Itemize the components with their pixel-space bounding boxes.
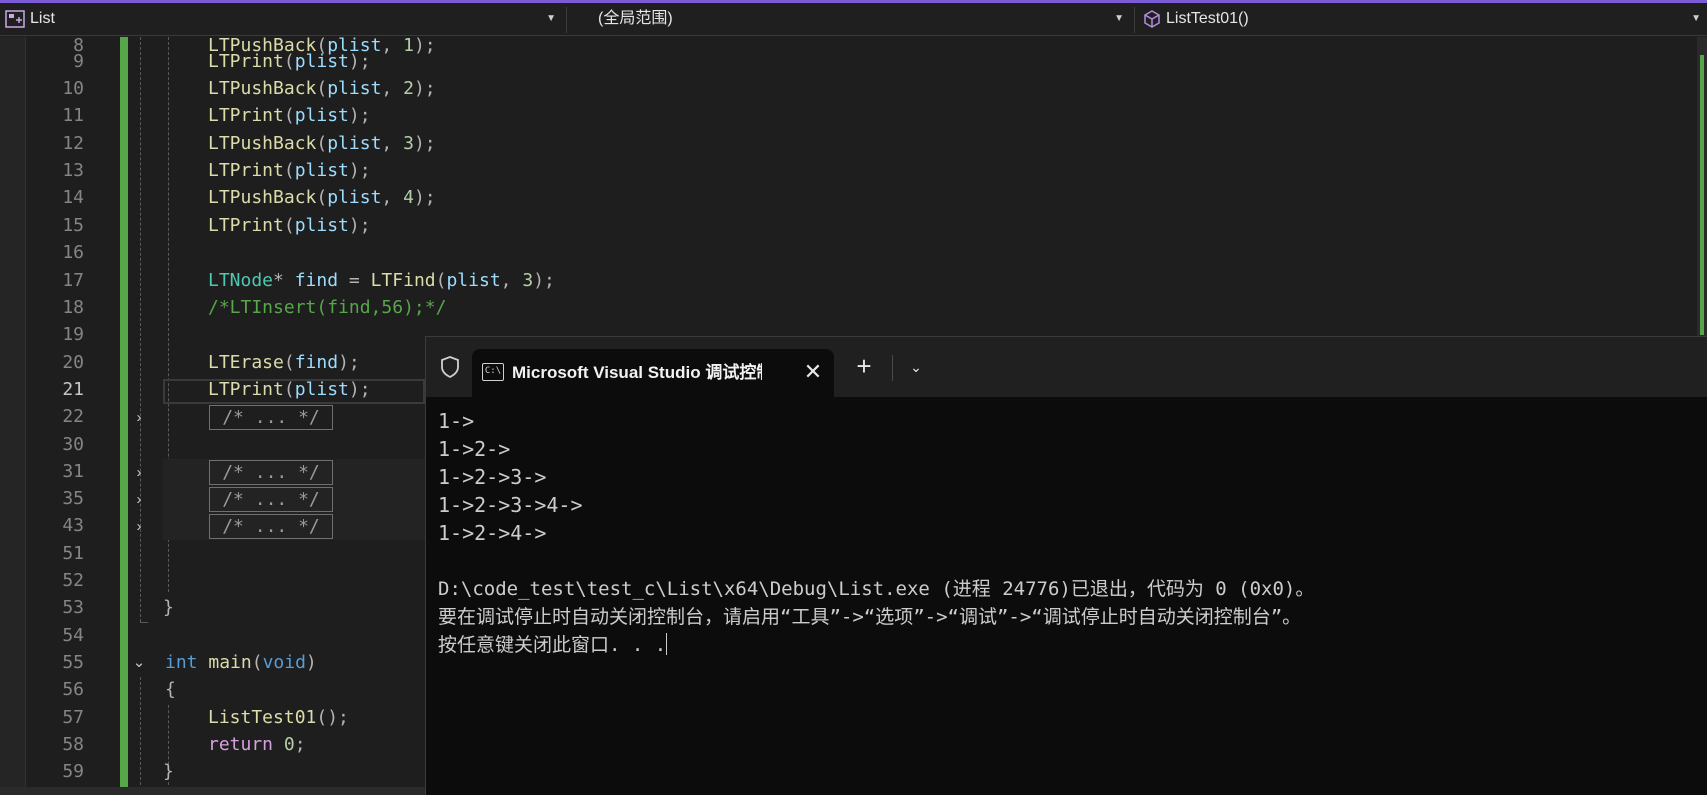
expand-chevron-icon[interactable]: › <box>131 517 147 537</box>
line-number: 55 <box>62 652 84 673</box>
member-name: ListTest01() <box>1166 10 1249 27</box>
console-prompt-text: 按任意键关闭此窗口. . . <box>438 634 667 656</box>
code-line[interactable]: LTErase(find); <box>208 349 360 376</box>
editor-margin <box>0 37 26 795</box>
line-number: 53 <box>62 597 84 618</box>
change-tracking-bar <box>120 37 128 795</box>
horizontal-scrollbar[interactable] <box>0 787 425 795</box>
line-number: 43 <box>62 515 84 536</box>
console-tab[interactable]: C:\ Microsoft Visual Studio 调试控制台 ✕ <box>472 349 834 397</box>
line-number: 58 <box>62 734 84 755</box>
console-prompt-line: 按任意键关闭此窗口. . . <box>438 631 668 659</box>
line-number: 35 <box>62 488 84 509</box>
line-number: 18 <box>62 297 84 318</box>
console-output-line: 要在调试停止时自动关闭控制台，请启用“工具”->“选项”->“调试”->“调试停… <box>438 606 1302 628</box>
expand-chevron-icon[interactable]: › <box>131 463 147 483</box>
code-line[interactable]: LTPrint(plist); <box>208 102 371 129</box>
line-number: 52 <box>62 570 84 591</box>
code-line[interactable]: LTPrint(plist); <box>208 157 371 184</box>
console-output-line: 1->2->3-> <box>438 465 547 489</box>
code-line-brace[interactable]: { <box>165 676 176 703</box>
code-line-current[interactable]: LTPrint(plist); <box>208 376 371 403</box>
line-number: 12 <box>62 133 84 154</box>
line-number: 10 <box>62 78 84 99</box>
code-line-comment[interactable]: /*LTInsert(find,56);*/ <box>208 294 446 321</box>
separator <box>566 7 567 33</box>
separator <box>892 355 893 381</box>
method-cube-icon <box>1144 10 1160 28</box>
code-line[interactable]: LTPrint(plist); <box>208 48 371 75</box>
line-number: 9 <box>73 51 84 72</box>
console-output-line: D:\code_test\test_c\List\x64\Debug\List.… <box>438 578 1315 600</box>
console-output-line: 1-> <box>438 409 475 433</box>
line-number: 14 <box>62 187 84 208</box>
collapsed-block[interactable]: /* ... */ <box>209 405 333 430</box>
line-number: 57 <box>62 707 84 728</box>
collapsed-block[interactable]: /* ... */ <box>209 487 333 512</box>
code-line[interactable]: LTNode* find = LTFind(plist, 3); <box>208 267 555 294</box>
line-number: 19 <box>62 324 84 345</box>
code-line[interactable]: LTPushBack(plist, 2); <box>208 75 436 102</box>
line-number: 31 <box>62 461 84 482</box>
line-number: 51 <box>62 543 84 564</box>
separator <box>1134 7 1135 33</box>
project-name: List <box>30 10 55 27</box>
line-number: 15 <box>62 215 84 236</box>
scope-dropdown[interactable]: (全局范围) ▼ <box>570 6 1130 32</box>
console-output-line: 1->2->3->4-> <box>438 493 583 517</box>
code-line-brace[interactable]: } <box>163 758 174 785</box>
code-line[interactable]: ListTest01(); <box>208 704 349 731</box>
console-tab-title: Microsoft Visual Studio 调试控制台 <box>512 363 762 382</box>
member-dropdown[interactable]: ListTest01() ▼ <box>1138 6 1707 32</box>
console-title-bar: C:\ Microsoft Visual Studio 调试控制台 ✕ + ⌄ <box>426 337 1707 397</box>
scrollbar-change-marker <box>1700 55 1704 335</box>
line-number: 22 <box>62 406 84 427</box>
chevron-down-icon: ▼ <box>1114 13 1124 24</box>
expand-chevron-icon[interactable]: › <box>131 490 147 510</box>
new-tab-plus-icon[interactable]: + <box>850 353 878 381</box>
line-number: 20 <box>62 352 84 373</box>
console-output-line: 1->2->4-> <box>438 521 547 545</box>
code-line[interactable]: int main(void) <box>165 649 317 676</box>
shield-icon <box>438 355 462 379</box>
debug-console-window[interactable]: C:\ Microsoft Visual Studio 调试控制台 ✕ + ⌄ … <box>425 336 1707 795</box>
console-output-line: 1->2-> <box>438 437 511 461</box>
close-icon[interactable]: ✕ <box>800 359 826 385</box>
terminal-icon: C:\ <box>482 363 504 381</box>
expand-chevron-icon[interactable]: › <box>131 408 147 428</box>
line-number: 30 <box>62 434 84 455</box>
chevron-down-icon: ▼ <box>546 13 556 24</box>
chevron-down-icon: ▼ <box>1691 13 1701 24</box>
collapsed-block[interactable]: /* ... */ <box>209 460 333 485</box>
outline-guide <box>140 677 141 795</box>
code-line-brace[interactable]: } <box>163 594 174 621</box>
line-number: 59 <box>62 761 84 782</box>
collapse-chevron-icon[interactable]: ⌄ <box>131 653 147 673</box>
line-number: 56 <box>62 679 84 700</box>
line-number: 16 <box>62 242 84 263</box>
code-line[interactable]: LTPrint(plist); <box>208 212 371 239</box>
line-number-current: 21 <box>62 379 84 400</box>
outline-guide-end <box>140 622 148 623</box>
project-dropdown[interactable]: List ▼ <box>0 6 562 32</box>
line-number: 54 <box>62 625 84 646</box>
line-number: 17 <box>62 270 84 291</box>
class-view-icon <box>5 10 25 28</box>
collapsed-block[interactable]: /* ... */ <box>209 514 333 539</box>
scope-name: (全局范围) <box>598 10 673 27</box>
code-line[interactable]: LTPushBack(plist, 4); <box>208 184 436 211</box>
line-number: 13 <box>62 160 84 181</box>
text-cursor <box>666 633 668 655</box>
line-number: 11 <box>62 105 84 126</box>
chevron-down-icon[interactable]: ⌄ <box>902 353 930 381</box>
code-line[interactable]: return 0; <box>208 731 306 758</box>
code-line[interactable]: LTPushBack(plist, 3); <box>208 130 436 157</box>
